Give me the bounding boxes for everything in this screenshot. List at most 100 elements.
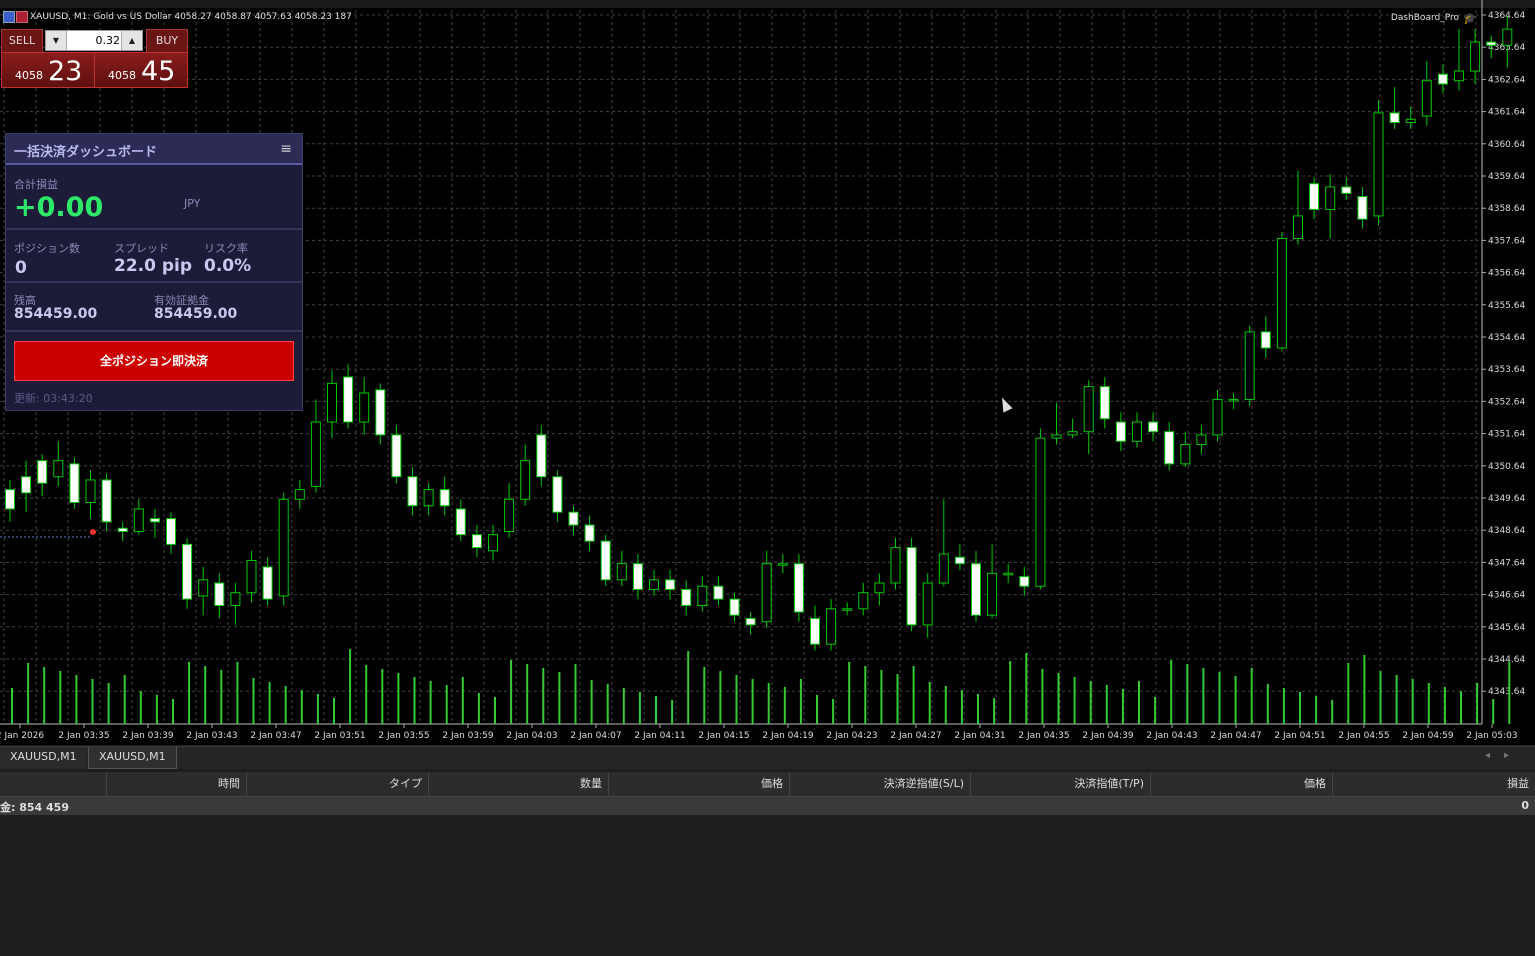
price-axis-label: 4357.64 — [1488, 236, 1525, 246]
time-axis-label: 2 Jan 04:35 — [1018, 731, 1069, 741]
time-axis-label: 2 Jan 04:27 — [890, 731, 941, 741]
bull-candle — [777, 563, 788, 566]
bear-candle — [971, 563, 981, 616]
bull-candle — [987, 572, 998, 616]
bear-candle — [182, 543, 193, 600]
chart-menu-icon[interactable] — [3, 11, 15, 23]
chart-tab-bar: XAUUSD,M1 XAUUSD,M1 ◂▸ — [0, 746, 1535, 769]
bull-candle — [1454, 70, 1464, 82]
column-header-time[interactable]: 時間 — [106, 772, 246, 796]
price-axis-label: 4364.64 — [1488, 11, 1525, 21]
balance-value: 854459.00 — [14, 306, 98, 322]
bull-candle — [1083, 386, 1094, 433]
lot-size-value[interactable]: 0.32 — [96, 31, 121, 50]
bull-candle — [1212, 398, 1223, 436]
bull-candle — [842, 608, 853, 611]
hamburger-menu-icon[interactable]: ≡ — [280, 142, 292, 156]
price-axis-label: 4355.64 — [1488, 301, 1525, 311]
column-header-price[interactable]: 価格 — [608, 772, 789, 796]
bull-candle — [1003, 572, 1014, 576]
bear-candle — [584, 524, 595, 542]
time-axis-label: 2 Jan 03:47 — [250, 731, 301, 741]
lot-size-input[interactable]: ▼ 0.32 ▲ — [45, 30, 143, 51]
bear-candle — [117, 527, 128, 532]
lot-decrease-icon[interactable]: ▼ — [46, 31, 67, 50]
bear-candle — [1389, 112, 1400, 124]
bull-candle — [616, 563, 627, 581]
time-axis-label: 2 Jan 04:11 — [634, 731, 685, 741]
currency-label: JPY — [184, 197, 201, 210]
chart-tab-active[interactable]: XAUUSD,M1 — [88, 747, 177, 769]
price-axis-label: 4353.64 — [1488, 365, 1525, 375]
price-axis-label: 4347.64 — [1488, 558, 1525, 568]
time-axis-label: 2 Jan 05:03 — [1466, 731, 1517, 741]
column-header-current-price[interactable]: 価格 — [1150, 772, 1332, 796]
bull-candle — [1180, 444, 1191, 465]
bear-candle — [262, 566, 273, 600]
equity-value: 854459.00 — [154, 306, 238, 322]
column-header-type[interactable]: タイプ — [246, 772, 428, 796]
spread-label: スプレッド — [114, 242, 169, 255]
time-axis-label: 2 Jan 04:47 — [1210, 731, 1261, 741]
bull-candle — [1293, 215, 1303, 239]
bear-candle — [101, 479, 112, 523]
bear-candle — [536, 434, 547, 478]
buy-label[interactable]: BUY — [146, 29, 188, 53]
bull-candle — [278, 498, 289, 597]
bull-candle — [1470, 41, 1481, 72]
bear-candle — [1341, 186, 1352, 194]
bull-candle — [922, 582, 933, 626]
bear-candle — [375, 389, 386, 436]
bull-candle — [1373, 112, 1384, 217]
bull-candle — [858, 592, 869, 610]
expert-advisor-hat-icon[interactable]: 🎓 — [1463, 12, 1477, 25]
time-axis-label: 2 Jan 04:19 — [762, 731, 814, 741]
column-header-profit[interactable]: 損益 — [1332, 772, 1535, 796]
bear-candle — [1260, 331, 1271, 349]
bull-candle — [133, 508, 144, 532]
total-profit-text: 0 — [1521, 799, 1529, 812]
bear-candle — [665, 579, 676, 590]
lot-increase-icon[interactable]: ▲ — [121, 31, 142, 50]
dashboard-title-bar[interactable]: 一括決済ダッシュボード ≡ — [6, 134, 302, 165]
last-updated-text: 更新: 03:43:20 — [14, 392, 93, 405]
chart-window[interactable]: 4364.64 4363.64 4362.64 4361.64 4360.64 4359.… — [0, 0, 1535, 745]
sell-button[interactable]: 4058 23 — [1, 52, 95, 88]
sell-label[interactable]: SELL — [1, 29, 43, 53]
one-click-trading-panel: SELL ▼ 0.32 ▲ BUY 4058 23 4058 45 — [1, 29, 188, 88]
column-header-take-profit[interactable]: 決済指値(T/P) — [970, 772, 1150, 796]
time-axis-label: 2 Jan 04:55 — [1338, 731, 1389, 741]
tab-scroll-arrows-icon[interactable]: ◂▸ — [1485, 750, 1523, 761]
bull-candle — [874, 582, 885, 594]
bear-candle — [471, 534, 482, 549]
risk-label: リスク率 — [204, 242, 248, 255]
time-axis-label: 2 Jan 04:31 — [954, 731, 1005, 741]
sell-price-pips: 23 — [48, 56, 83, 87]
bull-candle — [294, 489, 305, 500]
bull-candle — [1502, 28, 1513, 46]
close-all-positions-button[interactable]: 全ポジション即決済 — [14, 341, 294, 381]
time-axis-label: 2 Jan 04:03 — [506, 731, 557, 741]
price-axis-label: 4345.64 — [1488, 623, 1525, 633]
bull-candle — [488, 534, 498, 552]
buy-button[interactable]: 4058 45 — [94, 52, 188, 88]
bear-candle — [439, 489, 450, 507]
bull-candle — [310, 421, 321, 487]
divider — [6, 281, 302, 283]
bear-candle — [810, 617, 820, 645]
price-axis-label: 4350.64 — [1488, 462, 1525, 472]
column-header-volume[interactable]: 数量 — [428, 772, 608, 796]
bear-candle — [713, 585, 724, 600]
quick-trading-icon[interactable] — [16, 11, 28, 23]
bear-candle — [149, 518, 160, 523]
bull-candle — [327, 382, 337, 423]
bull-candle — [230, 592, 241, 607]
bear-candle — [793, 563, 804, 613]
positions-label: ポジション数 — [14, 242, 80, 255]
chart-tab[interactable]: XAUUSD,M1 — [0, 747, 87, 768]
divider — [6, 228, 302, 230]
bull-candle — [198, 579, 209, 597]
price-axis-label: 4348.64 — [1488, 526, 1525, 536]
column-header-stop-loss[interactable]: 決済逆指値(S/L) — [789, 772, 970, 796]
bear-candle — [1148, 421, 1159, 433]
